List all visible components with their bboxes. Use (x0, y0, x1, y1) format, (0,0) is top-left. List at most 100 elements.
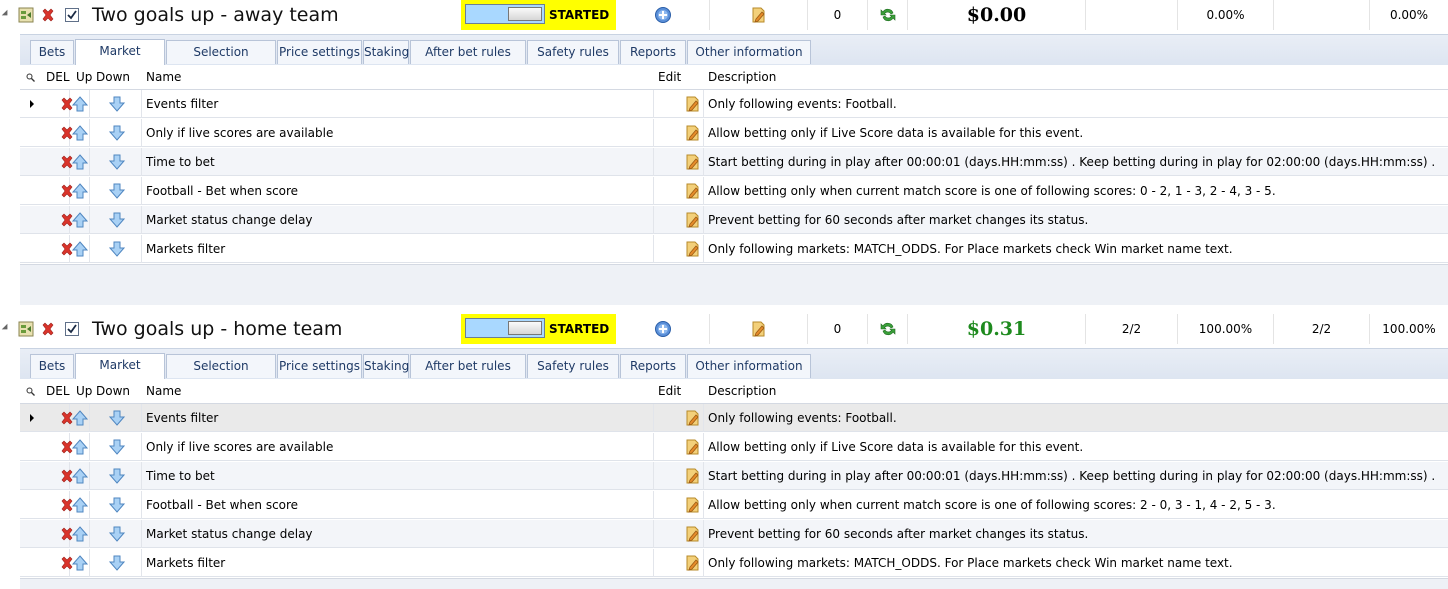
delete-rule-button[interactable] (38, 148, 73, 176)
stat-win-rate: 100.00% (1178, 314, 1274, 344)
move-up-button[interactable] (70, 148, 90, 176)
delete-rule-button[interactable] (38, 491, 73, 519)
refresh-icon[interactable] (868, 314, 908, 344)
move-up-button[interactable] (70, 235, 90, 263)
grid-search-icon[interactable] (26, 387, 35, 396)
stat-bets-won: 2/2 (1086, 314, 1178, 344)
toggle-switch[interactable] (465, 4, 545, 24)
move-up-button[interactable] (70, 520, 90, 548)
strategy-enabled-checkbox[interactable] (65, 8, 79, 22)
tab-reports[interactable]: Reports (620, 40, 686, 64)
tab-safety-rules[interactable]: Safety rules (527, 40, 619, 64)
delete-rule-button[interactable] (38, 433, 73, 461)
rule-row[interactable]: Markets filter Only following markets: MA… (20, 235, 1448, 263)
edit-rule-button[interactable] (654, 148, 704, 176)
tab-selection-conditions[interactable]: Selection conditions (166, 40, 276, 81)
edit-rule-button[interactable] (654, 520, 704, 548)
edit-strategy-icon[interactable] (710, 0, 808, 30)
rule-row[interactable]: Markets filter Only following markets: MA… (20, 549, 1448, 577)
tab-reports[interactable]: Reports (620, 354, 686, 378)
tab-market-conditions[interactable]: Market conditions (75, 39, 165, 80)
tab-staking[interactable]: Staking (363, 40, 409, 64)
edit-rule-button[interactable] (654, 404, 704, 432)
col-edit-header: Edit (658, 384, 682, 398)
rule-row[interactable]: Market status change delay Prevent bettin… (20, 520, 1448, 548)
rule-description: Start betting during in play after 00:00… (708, 155, 1436, 169)
move-up-button[interactable] (70, 549, 90, 577)
tab-staking[interactable]: Staking (363, 354, 409, 378)
strategy-title: Two goals up - away team (92, 4, 339, 26)
edit-strategy-icon[interactable] (710, 314, 808, 344)
strategy-status-toggle[interactable]: STARTED (461, 0, 616, 30)
rule-row[interactable]: Events filter Only following events: Foot… (20, 90, 1448, 118)
rule-row[interactable]: Football - Bet when score Allow betting o… (20, 177, 1448, 205)
toggle-knob[interactable] (508, 321, 542, 335)
delete-strategy-icon[interactable] (41, 322, 55, 336)
delete-rule-button[interactable] (38, 462, 73, 490)
move-up-button[interactable] (70, 433, 90, 461)
move-up-button[interactable] (70, 206, 90, 234)
toggle-knob[interactable] (508, 7, 542, 21)
rule-row[interactable]: Market status change delay Prevent bettin… (20, 206, 1448, 234)
tab-after-bet-rules[interactable]: After bet rules (410, 354, 526, 378)
delete-rule-button[interactable] (38, 235, 73, 263)
tab-safety-rules[interactable]: Safety rules (527, 354, 619, 378)
edit-rule-button[interactable] (654, 491, 704, 519)
move-up-button[interactable] (70, 491, 90, 519)
delete-rule-button[interactable] (38, 404, 73, 432)
col-description-header: Description (708, 384, 777, 398)
tab-market-conditions[interactable]: Market conditions (75, 353, 165, 394)
delete-rule-button[interactable] (38, 90, 73, 118)
edit-rule-button[interactable] (654, 177, 704, 205)
delete-rule-button[interactable] (38, 119, 73, 147)
refresh-icon[interactable] (868, 0, 908, 30)
delete-rule-button[interactable] (38, 549, 73, 577)
tab-price-settings[interactable]: Price settings (277, 354, 362, 378)
stat-markets (1274, 0, 1370, 30)
rules-grid-header: DEL Up Down Name Edit Description (20, 65, 1448, 90)
move-up-button[interactable] (70, 119, 90, 147)
rules-grid-header: DEL Up Down Name Edit Description (20, 379, 1448, 404)
edit-rule-button[interactable] (654, 433, 704, 461)
rule-row[interactable]: Only if live scores are available Allow b… (20, 119, 1448, 147)
strategy-tree-icon[interactable] (18, 321, 34, 337)
tab-other-information[interactable]: Other information (687, 354, 811, 378)
delete-strategy-icon[interactable] (41, 8, 55, 22)
grid-search-icon[interactable] (26, 73, 35, 82)
delete-rule-button[interactable] (38, 520, 73, 548)
rule-name: Market status change delay (92, 520, 654, 548)
move-up-button[interactable] (70, 90, 90, 118)
move-up-button[interactable] (70, 462, 90, 490)
rule-name: Time to bet (92, 462, 654, 490)
strategy-tree-icon[interactable] (18, 7, 34, 23)
delete-rule-button[interactable] (38, 177, 73, 205)
edit-rule-button[interactable] (654, 549, 704, 577)
strategy-status-toggle[interactable]: STARTED (461, 314, 616, 344)
rule-row[interactable]: Only if live scores are available Allow b… (20, 433, 1448, 461)
collapse-toggle-icon[interactable] (1, 9, 11, 19)
move-up-button[interactable] (70, 177, 90, 205)
edit-rule-button[interactable] (654, 119, 704, 147)
strategy-enabled-checkbox[interactable] (65, 322, 79, 336)
tab-selection-conditions[interactable]: Selection conditions (166, 354, 276, 395)
edit-rule-button[interactable] (654, 462, 704, 490)
rule-row[interactable]: Time to bet Start betting during in play … (20, 148, 1448, 176)
rule-row[interactable]: Events filter Only following events: Foot… (20, 404, 1448, 432)
toggle-switch[interactable] (465, 318, 545, 338)
edit-rule-button[interactable] (654, 206, 704, 234)
edit-rule-button[interactable] (654, 235, 704, 263)
add-bet-icon[interactable] (616, 0, 710, 30)
tab-bets[interactable]: Bets (30, 40, 74, 64)
tab-price-settings[interactable]: Price settings (277, 40, 362, 64)
rule-row[interactable]: Football - Bet when score Allow betting o… (20, 491, 1448, 519)
tab-bets[interactable]: Bets (30, 354, 74, 378)
collapse-toggle-icon[interactable] (1, 323, 11, 333)
edit-rule-button[interactable] (654, 90, 704, 118)
delete-rule-button[interactable] (38, 206, 73, 234)
move-up-button[interactable] (70, 404, 90, 432)
tab-other-information[interactable]: Other information (687, 40, 811, 64)
add-bet-icon[interactable] (616, 314, 710, 344)
stat-markets: 2/2 (1274, 314, 1370, 344)
rule-row[interactable]: Time to bet Start betting during in play … (20, 462, 1448, 490)
tab-after-bet-rules[interactable]: After bet rules (410, 40, 526, 64)
